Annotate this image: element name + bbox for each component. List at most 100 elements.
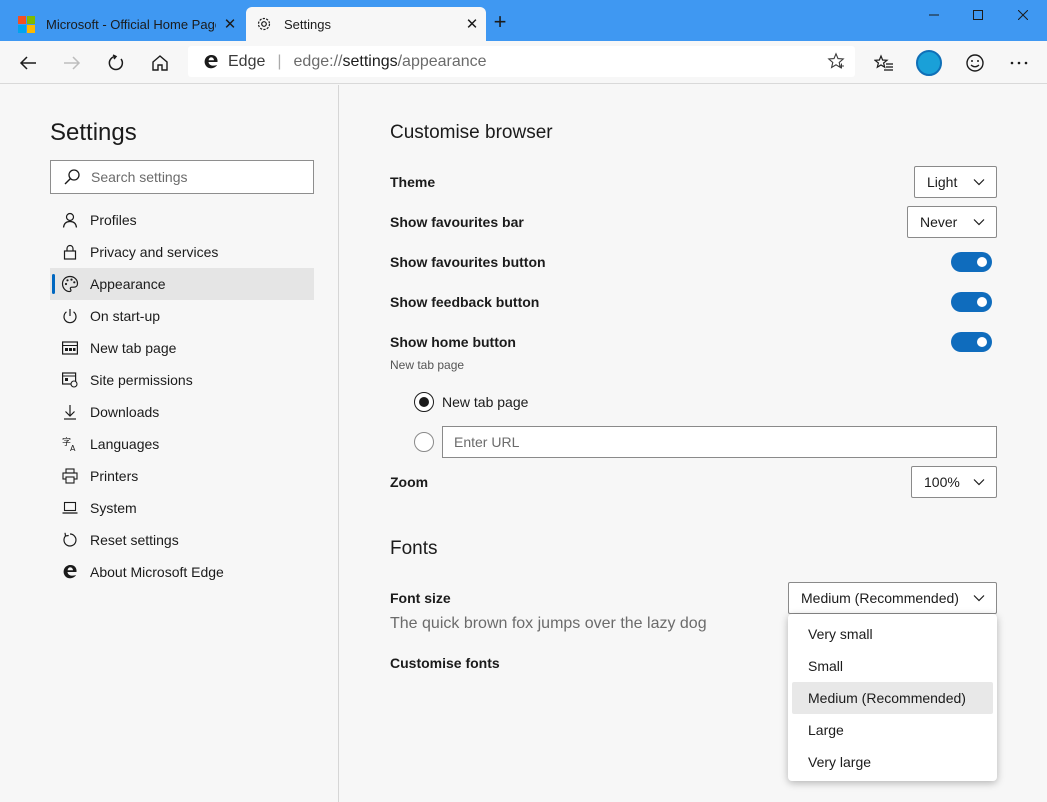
font-size-label: Font size (390, 590, 451, 606)
sidebar-item-label: About Microsoft Edge (90, 564, 224, 580)
lock-icon (60, 242, 80, 262)
sidebar-item-printers[interactable]: Printers (50, 460, 314, 492)
customise-fonts-link[interactable]: Customise fonts (390, 655, 500, 671)
sidebar-item-label: Privacy and services (90, 244, 219, 260)
settings-sidebar: Settings Search settings Profiles Privac… (0, 85, 339, 802)
feedback-button-label: Show feedback button (390, 294, 540, 310)
home-url-input[interactable]: Enter URL (442, 426, 997, 458)
languages-icon: 字A (60, 434, 80, 454)
feedback-button-toggle[interactable] (951, 292, 992, 312)
chevron-down-icon (962, 178, 996, 186)
close-tab-icon[interactable]: ✕ (458, 15, 486, 33)
favourites-bar-value: Never (920, 214, 958, 230)
home-button-label: Show home button (390, 334, 516, 350)
site-permissions-icon (60, 370, 80, 390)
site-identity-label: Edge (228, 52, 266, 70)
zoom-label: Zoom (390, 474, 429, 490)
search-settings-input[interactable]: Search settings (50, 160, 314, 194)
sidebar-item-profiles[interactable]: Profiles (50, 204, 314, 236)
favourites-button-toggle[interactable] (951, 252, 992, 272)
font-sample-text: The quick brown fox jumps over the lazy … (390, 615, 707, 632)
reset-icon (60, 530, 80, 550)
home-new-tab-radio[interactable] (414, 392, 434, 412)
font-size-dropdown[interactable]: Medium (Recommended) (788, 582, 997, 614)
person-icon (60, 210, 80, 230)
sidebar-item-about[interactable]: About Microsoft Edge (50, 556, 314, 588)
font-size-menu: Very small Small Medium (Recommended) La… (788, 614, 997, 781)
chevron-down-icon (962, 218, 996, 226)
search-icon (64, 169, 80, 185)
home-new-tab-label: New tab page (442, 394, 529, 410)
sidebar-title: Settings (50, 119, 137, 146)
sidebar-item-appearance[interactable]: Appearance (50, 268, 314, 300)
search-placeholder: Search settings (91, 169, 188, 185)
tab-title: Settings (284, 16, 331, 32)
theme-dropdown[interactable]: Light (914, 166, 997, 198)
profile-avatar[interactable] (913, 47, 945, 79)
sidebar-item-downloads[interactable]: Downloads (50, 396, 314, 428)
home-url-radio[interactable] (414, 432, 434, 452)
customise-browser-heading: Customise browser (390, 122, 553, 143)
sidebar-item-label: Reset settings (90, 532, 179, 548)
edge-logo-icon (60, 562, 80, 582)
feedback-smiley-icon[interactable] (959, 47, 991, 79)
sidebar-item-label: Appearance (90, 276, 166, 292)
sidebar-item-label: Languages (90, 436, 160, 452)
theme-value: Light (927, 174, 958, 190)
more-options-icon[interactable] (1003, 47, 1035, 79)
home-icon[interactable] (144, 47, 176, 79)
laptop-icon (60, 498, 80, 518)
home-button-toggle[interactable] (951, 332, 992, 352)
favourites-icon[interactable] (868, 47, 900, 79)
new-tab-icon[interactable]: + (488, 11, 512, 35)
download-icon (60, 402, 80, 422)
font-size-value: Medium (Recommended) (801, 590, 959, 606)
theme-label: Theme (390, 174, 436, 190)
sidebar-item-label: System (90, 500, 137, 516)
fonts-heading: Fonts (390, 538, 438, 559)
address-bar[interactable]: Edge | edge://settings/appearance (188, 46, 855, 77)
tab-settings[interactable]: Settings ✕ (246, 7, 486, 41)
sidebar-item-startup[interactable]: On start-up (50, 300, 314, 332)
sidebar-item-system[interactable]: System (50, 492, 314, 524)
tab-microsoft-home[interactable]: Microsoft - Official Home Page ✕ (8, 7, 244, 41)
url-placeholder: Enter URL (454, 434, 520, 450)
settings-nav: Profiles Privacy and services Appearance… (50, 204, 314, 588)
navigation-toolbar: Edge | edge://settings/appearance (0, 41, 1047, 84)
sidebar-item-new-tab-page[interactable]: New tab page (50, 332, 314, 364)
sidebar-item-label: Profiles (90, 212, 137, 228)
sidebar-item-privacy[interactable]: Privacy and services (50, 236, 314, 268)
chevron-down-icon (962, 478, 996, 486)
microsoft-logo-icon (17, 15, 35, 33)
forward-icon[interactable] (56, 47, 88, 79)
maximize-icon[interactable] (955, 0, 1001, 30)
url-text: edge://settings/appearance (293, 52, 487, 70)
sidebar-item-label: Site permissions (90, 372, 193, 388)
zoom-dropdown[interactable]: 100% (911, 466, 997, 498)
refresh-icon[interactable] (100, 47, 132, 79)
sidebar-item-label: New tab page (90, 340, 177, 356)
minimize-icon[interactable] (911, 0, 957, 30)
favourite-star-icon[interactable] (827, 52, 845, 75)
tab-title: Microsoft - Official Home Page (46, 16, 216, 32)
sidebar-item-label: On start-up (90, 308, 161, 324)
menu-item-very-small[interactable]: Very small (792, 618, 993, 650)
menu-item-medium[interactable]: Medium (Recommended) (792, 682, 993, 714)
sidebar-item-site-permissions[interactable]: Site permissions (50, 364, 314, 396)
svg-text:A: A (70, 444, 76, 452)
gear-icon (256, 16, 272, 32)
close-tab-icon[interactable]: ✕ (216, 15, 244, 33)
sidebar-item-reset[interactable]: Reset settings (50, 524, 314, 556)
printer-icon (60, 466, 80, 486)
zoom-value: 100% (924, 474, 960, 490)
menu-item-small[interactable]: Small (792, 650, 993, 682)
edge-logo-icon (202, 53, 220, 71)
power-icon (60, 306, 80, 326)
close-window-icon[interactable] (1000, 0, 1046, 30)
favourites-bar-label: Show favourites bar (390, 214, 524, 230)
menu-item-large[interactable]: Large (792, 714, 993, 746)
sidebar-item-languages[interactable]: 字A Languages (50, 428, 314, 460)
favourites-bar-dropdown[interactable]: Never (907, 206, 997, 238)
menu-item-very-large[interactable]: Very large (792, 746, 993, 778)
back-icon[interactable] (12, 47, 44, 79)
